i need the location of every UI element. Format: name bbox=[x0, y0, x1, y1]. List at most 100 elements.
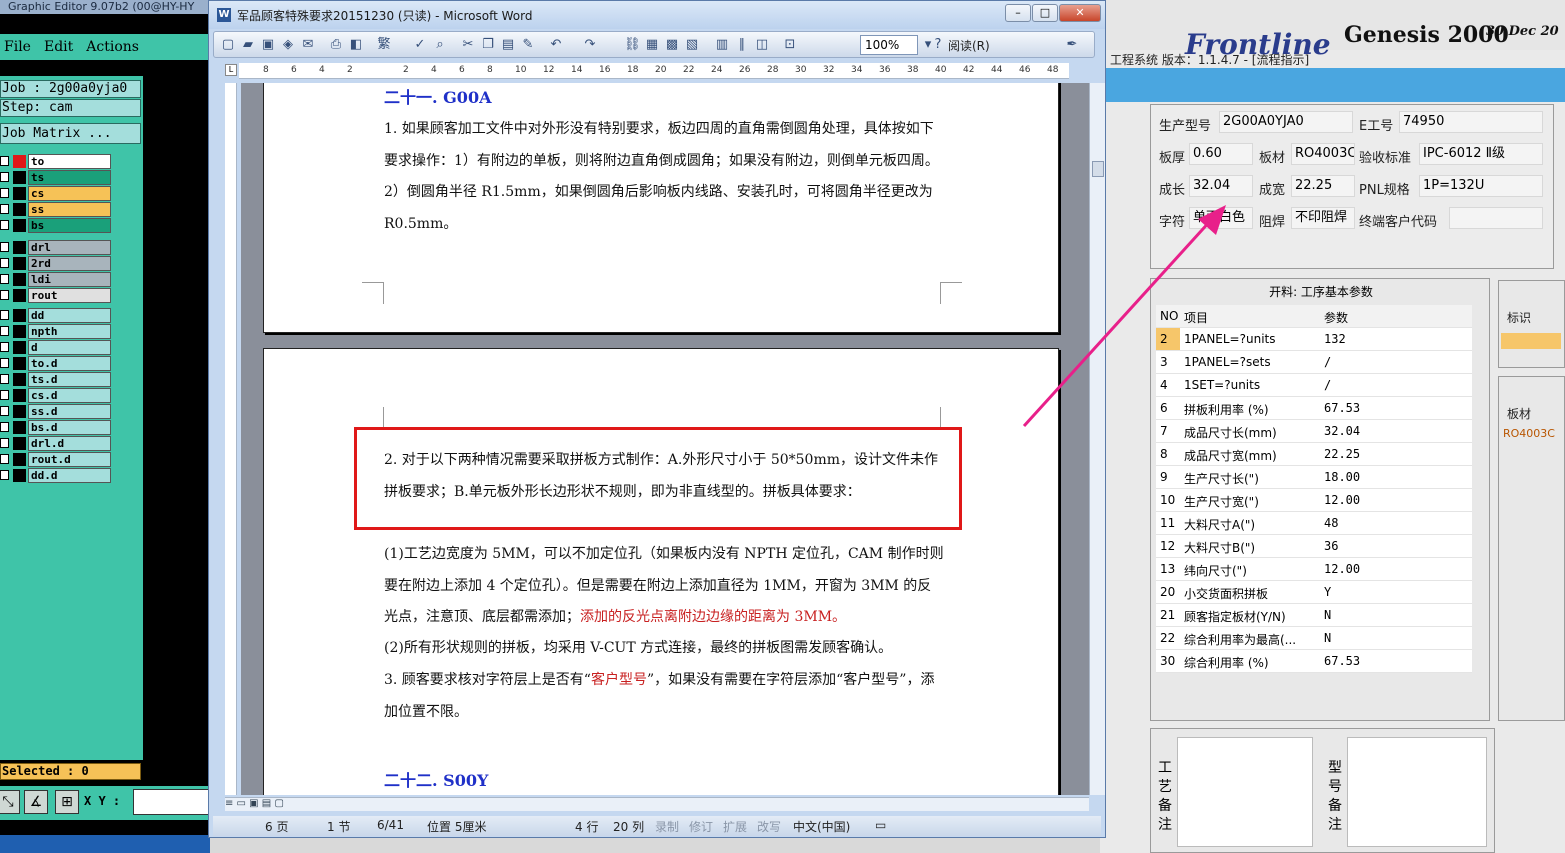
tables-borders-icon[interactable]: ▦ bbox=[644, 37, 660, 53]
layer-row[interactable]: ldi bbox=[0, 272, 115, 287]
params-row[interactable]: 20 小交货面积拼板 Y bbox=[1156, 581, 1472, 604]
help-circle-icon[interactable]: ? bbox=[930, 37, 946, 53]
paste-icon[interactable]: ▤ bbox=[500, 37, 516, 53]
params-row[interactable]: 21 顾客指定板材(Y/N) N bbox=[1156, 604, 1472, 627]
params-row[interactable]: 12 大料尺寸B(") 36 bbox=[1156, 535, 1472, 558]
format-painter-icon[interactable]: ✎ bbox=[520, 37, 536, 53]
layer-row[interactable]: d bbox=[0, 340, 115, 355]
layer-checkbox[interactable] bbox=[0, 274, 9, 284]
layer-checkbox[interactable] bbox=[0, 220, 9, 230]
menu-actions[interactable]: Actions bbox=[82, 34, 139, 55]
menu-edit[interactable]: Edit bbox=[40, 34, 73, 55]
layer-name[interactable]: to.d bbox=[28, 356, 111, 371]
layer-row[interactable]: ss.d bbox=[0, 404, 115, 419]
print-icon[interactable]: ⎙ bbox=[328, 37, 344, 53]
layer-row[interactable]: drl.d bbox=[0, 436, 115, 451]
layer-row[interactable]: to bbox=[0, 154, 115, 169]
open-icon[interactable]: ▰ bbox=[240, 37, 256, 53]
columns-icon[interactable]: ▥ bbox=[714, 37, 730, 53]
layer-checkbox[interactable] bbox=[0, 438, 9, 448]
layer-name[interactable]: 2rd bbox=[28, 256, 111, 271]
status-record[interactable]: 录制 bbox=[655, 818, 679, 835]
zoom-select[interactable]: 100% bbox=[860, 35, 918, 55]
layer-name[interactable]: dd.d bbox=[28, 468, 111, 483]
layer-checkbox[interactable] bbox=[0, 172, 9, 182]
layer-row[interactable]: ts bbox=[0, 170, 115, 185]
layer-name[interactable]: bs bbox=[28, 218, 111, 233]
material-value[interactable]: RO4003C bbox=[1291, 143, 1355, 165]
layer-name[interactable]: cs.d bbox=[28, 388, 111, 403]
copy-icon[interactable]: ❐ bbox=[480, 37, 496, 53]
layer-row[interactable]: dd bbox=[0, 308, 115, 323]
vertical-scrollbar[interactable] bbox=[1089, 83, 1105, 795]
layer-name[interactable]: ss bbox=[28, 202, 111, 217]
layer-name[interactable]: rout bbox=[28, 288, 111, 303]
job-matrix-button[interactable]: Job Matrix ... bbox=[0, 123, 141, 144]
layer-checkbox[interactable] bbox=[0, 454, 9, 464]
zoom-tool-icon[interactable]: ⤡ bbox=[0, 790, 20, 814]
highlight-icon[interactable]: ✒ bbox=[1064, 37, 1080, 53]
layer-checkbox[interactable] bbox=[0, 310, 9, 320]
layer-checkbox[interactable] bbox=[0, 390, 9, 400]
xy-input[interactable] bbox=[133, 789, 210, 815]
layer-name[interactable]: cs bbox=[28, 186, 111, 201]
params-row[interactable]: 11 大料尺寸A(") 48 bbox=[1156, 512, 1472, 535]
layer-row[interactable]: cs.d bbox=[0, 388, 115, 403]
print-preview-icon[interactable]: ◧ bbox=[348, 37, 364, 53]
params-row[interactable]: 22 综合利用率为最高(... N bbox=[1156, 627, 1472, 650]
vertical-scroll-thumb[interactable] bbox=[1092, 161, 1104, 177]
menu-file[interactable]: File bbox=[0, 34, 31, 55]
status-extend[interactable]: 扩展 bbox=[723, 818, 747, 835]
layer-row[interactable]: to.d bbox=[0, 356, 115, 371]
permission-icon[interactable]: ◈ bbox=[280, 37, 296, 53]
layer-checkbox[interactable] bbox=[0, 342, 9, 352]
params-row[interactable]: 13 纬向尺寸(") 12.00 bbox=[1156, 558, 1472, 581]
layer-row[interactable]: ts.d bbox=[0, 372, 115, 387]
layer-name[interactable]: to bbox=[28, 154, 111, 169]
layer-row[interactable]: cs bbox=[0, 186, 115, 201]
insert-table-icon[interactable]: ▩ bbox=[664, 37, 680, 53]
layer-row[interactable]: 2rd bbox=[0, 256, 115, 271]
length-value[interactable]: 32.04 bbox=[1189, 175, 1253, 197]
layer-name[interactable]: dd bbox=[28, 308, 111, 323]
tab-selector[interactable]: L bbox=[225, 64, 237, 76]
params-row[interactable]: 9 生产尺寸长(") 18.00 bbox=[1156, 466, 1472, 489]
measure-tool-icon[interactable]: ∡ bbox=[24, 790, 48, 814]
layer-row[interactable]: ss bbox=[0, 202, 115, 217]
layer-row[interactable]: rout.d bbox=[0, 452, 115, 467]
new-icon[interactable]: ▢ bbox=[220, 37, 236, 53]
research-icon[interactable]: ⌕ bbox=[432, 37, 448, 53]
params-row[interactable]: 8 成品尺寸宽(mm) 22.25 bbox=[1156, 443, 1472, 466]
layer-checkbox[interactable] bbox=[0, 358, 9, 368]
spelling-icon[interactable]: ✓ bbox=[412, 37, 428, 53]
save-icon[interactable]: ▣ bbox=[260, 37, 276, 53]
thickness-value[interactable]: 0.60 bbox=[1189, 143, 1253, 165]
params-row[interactable]: 10 生产尺寸宽(") 12.00 bbox=[1156, 489, 1472, 512]
vertical-ruler[interactable] bbox=[225, 83, 237, 795]
status-overtype[interactable]: 改写 bbox=[757, 818, 781, 835]
mark-value-cell[interactable] bbox=[1501, 333, 1561, 349]
layer-name[interactable]: ts.d bbox=[28, 372, 111, 387]
pnl-value[interactable]: 1P=132U bbox=[1419, 175, 1543, 197]
email-icon[interactable]: ✉ bbox=[300, 37, 316, 53]
layer-checkbox[interactable] bbox=[0, 204, 9, 214]
layer-name[interactable]: npth bbox=[28, 324, 111, 339]
traditional-chinese-icon[interactable]: 繁 bbox=[376, 37, 392, 53]
layer-name[interactable]: bs.d bbox=[28, 420, 111, 435]
read-mode-button[interactable]: 阅读(R) bbox=[948, 37, 990, 54]
insert-excel-icon[interactable]: ▧ bbox=[684, 37, 700, 53]
layer-row[interactable]: bs bbox=[0, 218, 115, 233]
accept-value[interactable]: IPC-6012 Ⅱ级 bbox=[1419, 143, 1543, 165]
width-value[interactable]: 22.25 bbox=[1291, 175, 1355, 197]
show-hide-icon[interactable]: ⊡ bbox=[782, 37, 798, 53]
layer-checkbox[interactable] bbox=[0, 258, 9, 268]
hyperlink-icon[interactable]: ⛓ bbox=[624, 37, 641, 53]
layer-checkbox[interactable] bbox=[0, 422, 9, 432]
layer-row[interactable]: dd.d bbox=[0, 468, 115, 483]
layer-checkbox[interactable] bbox=[0, 374, 9, 384]
cut-icon[interactable]: ✂ bbox=[460, 37, 476, 53]
document-map-icon[interactable]: ◫ bbox=[754, 37, 770, 53]
layer-name[interactable]: rout.d bbox=[28, 452, 111, 467]
spelling-status-icon[interactable]: ▭ bbox=[875, 818, 886, 832]
layer-checkbox[interactable] bbox=[0, 242, 9, 252]
